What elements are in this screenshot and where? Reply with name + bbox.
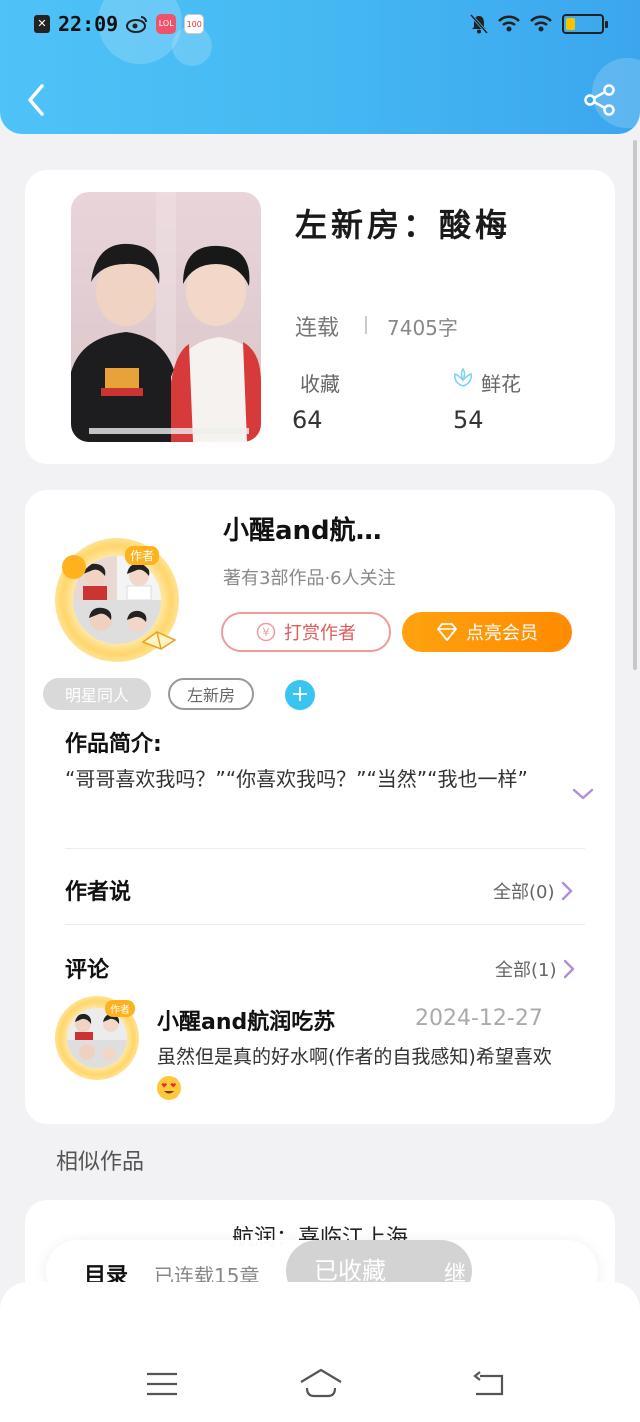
lofter-icon: LOL [156, 14, 177, 34]
app-100-icon: 100 [184, 14, 205, 34]
tag-category[interactable]: 明星同人 [43, 678, 151, 710]
tip-author-button[interactable]: ¥ 打赏作者 [221, 612, 391, 652]
favorites-label: 收藏 [300, 372, 340, 396]
author-card: 作者 小醒and航… 著有3部作品·6人关注 ¥ 打赏作者 点亮会员 明星同人 … [25, 490, 615, 1124]
chevron-right-icon [563, 959, 574, 979]
notification-icon: ✕ [34, 15, 50, 33]
weibo-icon [126, 16, 148, 33]
status-bar: ✕ 22:09 LOL 100 [0, 8, 640, 42]
battery-level [566, 18, 575, 30]
author-says-all-label: 全部(0) [493, 882, 555, 903]
yen-coin-icon: ¥ [256, 622, 276, 642]
home-icon[interactable] [298, 1366, 344, 1402]
commenter-avatar[interactable]: 作者 [55, 996, 139, 1080]
divider [65, 848, 585, 849]
vip-label: 点亮会员 [466, 623, 538, 644]
word-count: 7405字 [387, 316, 458, 340]
flowers-count: 54 [453, 406, 484, 434]
commenter-badge: 作者 [105, 1000, 135, 1017]
scrollbar[interactable] [633, 140, 637, 670]
diamond-icon [437, 623, 457, 641]
book-title: 左新房：酸梅 [295, 206, 512, 244]
author-says-all-link[interactable]: 全部(0) [493, 878, 573, 904]
star-decor-icon [62, 555, 86, 579]
expand-chevron-icon[interactable] [571, 786, 595, 802]
battery-icon [562, 14, 608, 34]
divider [365, 316, 367, 334]
similar-works-title: 相似作品 [56, 1150, 145, 1175]
flower-icon [453, 367, 473, 387]
menu-icon[interactable] [142, 1366, 182, 1402]
wifi-icon [530, 15, 552, 32]
tag-pairing[interactable]: 左新房 [168, 678, 254, 710]
tip-author-label: 打赏作者 [284, 623, 356, 644]
intro-title: 作品简介: [65, 732, 162, 757]
book-info-card: 左新房：酸梅 连载 7405字 收藏 64 鲜花 54 [25, 170, 615, 464]
flowers-label: 鲜花 [481, 372, 521, 396]
add-tag-button[interactable]: + [285, 680, 315, 710]
author-name[interactable]: 小醒and航… [223, 510, 382, 547]
mute-bell-icon [470, 14, 488, 34]
favorites-count: 64 [292, 406, 323, 434]
serial-status: 连载 [295, 316, 340, 341]
author-badge: 作者 [125, 546, 160, 565]
intro-text: “哥哥喜欢我吗？”“你喜欢我吗？”“当然”“我也一样” [65, 767, 528, 791]
back-nav-icon[interactable] [470, 1366, 510, 1402]
status-time: 22:09 [58, 12, 119, 36]
chevron-right-icon [561, 881, 572, 901]
comment-text: 虽然但是真的好水啊(作者的自我感知)希望喜欢 [157, 1042, 577, 1102]
comments-all-label: 全部(1) [495, 960, 557, 981]
vip-button[interactable]: 点亮会员 [402, 612, 572, 652]
svg-text:¥: ¥ [263, 626, 270, 639]
comment-date: 2024-12-27 [415, 1006, 543, 1031]
author-avatar[interactable]: 作者 [55, 538, 179, 662]
book-decor-icon [141, 631, 177, 650]
divider [65, 924, 585, 925]
system-nav-bar [0, 1282, 640, 1422]
heart-eyes-emoji-icon [157, 1075, 181, 1100]
wifi-signal-icon [498, 15, 520, 32]
app-header: ✕ 22:09 LOL 100 [0, 0, 640, 134]
author-says-title: 作者说 [65, 880, 132, 905]
comments-all-link[interactable]: 全部(1) [495, 956, 575, 982]
book-cover[interactable] [71, 192, 261, 442]
commenter-name[interactable]: 小醒and航润吃苏 [157, 1004, 335, 1036]
author-stats: 著有3部作品·6人关注 [223, 568, 396, 589]
comment-body: 虽然但是真的好水啊(作者的自我感知)希望喜欢 [157, 1046, 552, 1068]
share-button[interactable] [582, 82, 618, 118]
back-button[interactable] [22, 80, 52, 120]
comments-title: 评论 [65, 958, 110, 983]
